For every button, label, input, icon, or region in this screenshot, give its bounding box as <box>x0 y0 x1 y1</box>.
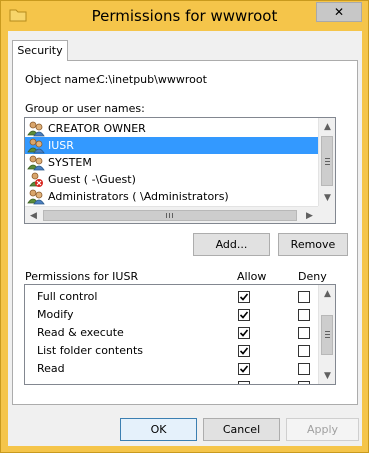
checkmark-icon <box>239 329 249 337</box>
remove-button[interactable]: Remove <box>278 233 348 256</box>
permission-name: Modify <box>37 308 74 321</box>
scroll-up-icon[interactable]: ▲ <box>319 118 336 135</box>
deny-checkbox[interactable] <box>298 327 310 339</box>
deny-checkbox[interactable] <box>298 363 310 375</box>
window-title: Permissions for wwwroot <box>91 7 278 25</box>
group-list-horizontal-scrollbar[interactable]: ◀ ▶ <box>25 206 318 223</box>
permission-name: List folder contents <box>37 344 143 357</box>
users-group-icon <box>27 121 45 136</box>
security-tab-panel: Object name: C:\inetpub\wwwroot Group or… <box>12 60 358 405</box>
permission-name: Read & execute <box>37 326 124 339</box>
scroll-down-icon[interactable]: ▼ <box>319 367 336 384</box>
permission-row: Full control <box>25 288 319 306</box>
ok-button[interactable]: OK <box>120 418 197 441</box>
permission-row: Modify <box>25 306 319 324</box>
scroll-left-icon[interactable]: ◀ <box>25 207 42 224</box>
grip-icon <box>325 331 330 338</box>
deny-checkbox[interactable] <box>298 345 310 357</box>
allow-checkbox[interactable] <box>238 291 250 303</box>
scroll-down-icon[interactable]: ▼ <box>319 189 336 206</box>
list-item-label: IUSR <box>48 139 74 152</box>
list-item-label: SYSTEM <box>48 156 92 169</box>
permission-row: Read <box>25 360 319 378</box>
allow-column-label: Allow <box>237 270 267 283</box>
grip-icon <box>166 213 173 218</box>
permission-row: Read & execute <box>25 324 319 342</box>
deny-checkbox[interactable] <box>298 291 310 303</box>
deny-checkbox[interactable] <box>298 309 310 321</box>
permissions-header: Permissions for IUSR <box>25 270 139 283</box>
users-group-icon <box>27 189 45 204</box>
scroll-right-icon[interactable]: ▶ <box>301 207 318 224</box>
list-item[interactable]: CREATOR OWNER <box>25 120 319 137</box>
allow-checkbox[interactable] <box>238 309 250 321</box>
group-list-vertical-scrollbar[interactable]: ▲ ▼ <box>318 118 335 206</box>
permission-name: Read <box>37 362 65 375</box>
scrollbar-corner <box>318 206 335 223</box>
close-icon: ✕ <box>333 5 345 19</box>
permissions-vertical-scrollbar[interactable]: ▲ ▼ <box>318 285 335 384</box>
checkmark-icon <box>239 311 249 319</box>
list-item[interactable]: SYSTEM <box>25 154 319 171</box>
permissions-list[interactable]: Full control Modify Read & execute List … <box>24 284 336 385</box>
permissions-dialog: Permissions for wwwroot ✕ Security Objec… <box>0 0 369 453</box>
checkmark-icon <box>239 365 249 373</box>
permission-row: List folder contents <box>25 342 319 360</box>
list-item[interactable]: Administrators ( \Administrators) <box>25 188 319 205</box>
object-name-value: C:\inetpub\wwwroot <box>97 73 207 86</box>
scroll-thumb[interactable] <box>321 315 333 355</box>
user-disabled-icon <box>29 172 43 187</box>
allow-checkbox[interactable] <box>238 363 250 375</box>
permission-row-partial <box>25 378 319 384</box>
tab-security[interactable]: Security <box>12 40 68 61</box>
permission-name: Full control <box>37 290 98 303</box>
group-user-list[interactable]: CREATOR OWNER IUSR SYSTEM Guest (-\Gues… <box>24 117 336 224</box>
list-item-label: Administrators ( \Administrators) <box>48 190 229 203</box>
users-group-icon <box>27 138 45 153</box>
deny-column-label: Deny <box>298 270 327 283</box>
add-button[interactable]: Add... <box>193 233 270 256</box>
checkmark-icon <box>239 347 249 355</box>
allow-checkbox[interactable] <box>238 381 250 384</box>
list-item-label: Guest ( -\Guest) <box>48 173 136 186</box>
scroll-thumb[interactable] <box>43 210 297 221</box>
users-group-icon <box>27 155 45 170</box>
cancel-button[interactable]: Cancel <box>203 418 280 441</box>
title-bar[interactable]: Permissions for wwwroot ✕ <box>1 1 368 31</box>
allow-checkbox[interactable] <box>238 327 250 339</box>
allow-checkbox[interactable] <box>238 345 250 357</box>
object-name-label: Object name: <box>25 73 100 86</box>
checkmark-icon <box>239 293 249 301</box>
list-item[interactable]: Guest ( -\Guest) <box>25 171 319 188</box>
list-item-selected[interactable]: IUSR <box>25 137 319 154</box>
close-button[interactable]: ✕ <box>316 2 362 22</box>
deny-checkbox[interactable] <box>298 381 310 384</box>
scroll-up-icon[interactable]: ▲ <box>319 285 336 302</box>
group-names-label: Group or user names: <box>25 102 145 115</box>
scroll-thumb[interactable] <box>321 136 333 186</box>
apply-button[interactable]: Apply <box>286 418 359 441</box>
grip-icon <box>325 158 330 165</box>
list-item-label: CREATOR OWNER <box>48 122 146 135</box>
dialog-client-area: Security Object name: C:\inetpub\wwwroot… <box>8 31 362 446</box>
